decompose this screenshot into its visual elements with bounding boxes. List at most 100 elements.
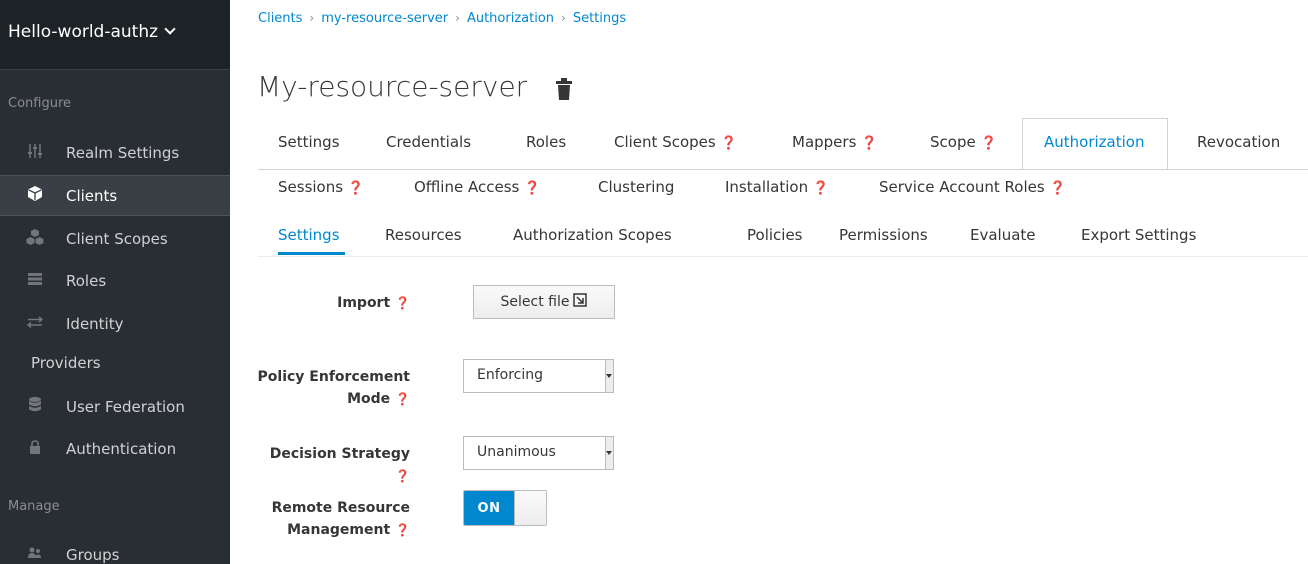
tab-revocation[interactable]: Revocation	[1197, 133, 1280, 151]
help-icon: ❓	[524, 181, 541, 196]
breadcrumb-client[interactable]: my-resource-server	[321, 11, 448, 26]
sidebar-item-groups[interactable]: Groups	[0, 534, 230, 564]
tabs-divider	[258, 169, 1308, 170]
sidebar-item-label: Authentication	[66, 439, 177, 458]
policy-label-line2: Mode	[347, 391, 391, 407]
subtab-policies[interactable]: Policies	[747, 226, 802, 244]
sidebar-item-label: Identity	[66, 314, 124, 333]
sidebar-item-authentication[interactable]: Authentication	[0, 428, 230, 469]
users-icon	[24, 547, 46, 563]
tab-label: Client Scopes	[614, 133, 716, 151]
list-icon	[24, 272, 46, 289]
tab-mappers[interactable]: Mappers ❓	[792, 133, 877, 151]
sidebar-item-label: User Federation	[66, 397, 185, 416]
tab-credentials[interactable]: Credentials	[386, 133, 471, 151]
sidebar-item-identity-providers[interactable]: Identity	[0, 303, 230, 344]
tab-label: Scope	[930, 133, 976, 151]
select-file-button[interactable]: Select file	[473, 285, 615, 319]
help-icon: ❓	[395, 523, 410, 537]
help-icon: ❓	[861, 136, 878, 151]
policy-enforcement-label: Policy Enforcement Mode ❓	[250, 366, 410, 410]
help-icon: ❓	[720, 136, 737, 151]
tab-settings[interactable]: Settings	[278, 133, 340, 151]
decision-strategy-select[interactable]: Unanimous	[463, 436, 614, 470]
tab-sessions[interactable]: Sessions ❓	[278, 178, 364, 196]
sidebar: Hello-world-authz Configure Realm Settin…	[0, 0, 230, 564]
configure-section-label: Configure	[8, 96, 72, 111]
tab-installation[interactable]: Installation ❓	[725, 178, 829, 196]
import-label-text: Import	[337, 295, 391, 311]
tab-authorization[interactable]: Authorization	[1044, 133, 1144, 151]
breadcrumb-settings[interactable]: Settings	[573, 11, 626, 26]
realm-selector[interactable]: Hello-world-authz	[0, 0, 230, 70]
toggle-knob	[514, 491, 546, 525]
breadcrumb-separator-icon: ›	[561, 11, 566, 25]
tab-label: Sessions	[278, 178, 344, 196]
help-icon: ❓	[980, 136, 997, 151]
cube-icon	[24, 186, 46, 205]
chevron-down-icon	[164, 23, 176, 35]
decision-label-text: Decision Strategy	[269, 446, 410, 462]
caret-down-icon	[606, 374, 612, 378]
subtab-evaluate[interactable]: Evaluate	[970, 226, 1036, 244]
cubes-icon	[24, 228, 46, 249]
tab-label: Installation	[725, 178, 809, 196]
policy-label-line1: Policy Enforcement	[257, 369, 410, 385]
breadcrumb-separator-icon: ›	[455, 11, 460, 25]
subtab-authorization-scopes[interactable]: Authorization Scopes	[513, 226, 672, 244]
realm-name: Hello-world-authz	[8, 22, 159, 42]
help-icon: ❓	[347, 181, 365, 196]
decision-strategy-value: Unanimous	[477, 444, 556, 460]
tab-label: Offline Access	[414, 178, 520, 196]
select-file-label: Select file	[500, 294, 570, 310]
sidebar-item-label: Client Scopes	[66, 229, 168, 248]
tab-label: Service Account Roles	[879, 178, 1045, 196]
sidebar-item-user-federation[interactable]: User Federation	[0, 386, 230, 427]
tab-client-scopes[interactable]: Client Scopes ❓	[614, 133, 737, 151]
breadcrumb-authorization[interactable]: Authorization	[467, 11, 554, 26]
sidebar-item-roles[interactable]: Roles	[0, 260, 230, 301]
manage-section-label: Manage	[8, 499, 60, 514]
subtab-resources[interactable]: Resources	[385, 226, 462, 244]
subtabs-divider	[258, 256, 1308, 257]
page-title: My-resource-server	[257, 70, 528, 103]
tab-service-account-roles[interactable]: Service Account Roles ❓	[879, 178, 1066, 196]
sidebar-item-label: Roles	[66, 271, 107, 290]
import-icon	[573, 293, 588, 311]
decision-strategy-label: Decision Strategy ❓	[250, 443, 410, 487]
tab-scope[interactable]: Scope ❓	[930, 133, 997, 151]
database-icon	[24, 397, 46, 416]
subtab-active-indicator	[278, 252, 345, 255]
policy-enforcement-select[interactable]: Enforcing	[463, 359, 614, 393]
sidebar-item-label-continuation[interactable]: Providers	[31, 354, 101, 372]
exchange-icon	[24, 315, 46, 332]
sidebar-item-clients[interactable]: Clients	[0, 175, 230, 216]
sliders-icon	[24, 143, 46, 163]
help-icon: ❓	[395, 469, 410, 483]
help-icon: ❓	[812, 181, 830, 196]
tab-offline-access[interactable]: Offline Access ❓	[414, 178, 540, 196]
trash-icon[interactable]	[555, 78, 573, 102]
subtab-settings[interactable]: Settings	[278, 226, 340, 244]
breadcrumb-clients[interactable]: Clients	[258, 11, 302, 26]
remote-label-line1: Remote Resource	[271, 500, 410, 516]
tab-label: Mappers	[792, 133, 857, 151]
tab-roles[interactable]: Roles	[526, 133, 566, 151]
sidebar-item-realm-settings[interactable]: Realm Settings	[0, 132, 230, 173]
subtab-export-settings[interactable]: Export Settings	[1081, 226, 1196, 244]
breadcrumb: Clients › my-resource-server › Authorization…	[258, 11, 626, 26]
help-icon: ❓	[395, 392, 410, 406]
subtab-permissions[interactable]: Permissions	[839, 226, 928, 244]
sidebar-item-label: Realm Settings	[66, 143, 180, 162]
import-label: Import ❓	[250, 292, 410, 314]
remote-label-line2: Management	[287, 522, 391, 538]
breadcrumb-separator-icon: ›	[309, 11, 315, 25]
tab-clustering[interactable]: Clustering	[598, 178, 674, 196]
caret-down-icon	[606, 451, 612, 455]
remote-resource-management-label: Remote Resource Management ❓	[250, 497, 410, 541]
toggle-on-label: ON	[464, 491, 514, 525]
help-icon: ❓	[395, 296, 410, 310]
sidebar-item-client-scopes[interactable]: Client Scopes	[0, 218, 230, 259]
remote-resource-management-toggle[interactable]: ON	[463, 490, 547, 526]
policy-enforcement-value: Enforcing	[477, 367, 544, 383]
